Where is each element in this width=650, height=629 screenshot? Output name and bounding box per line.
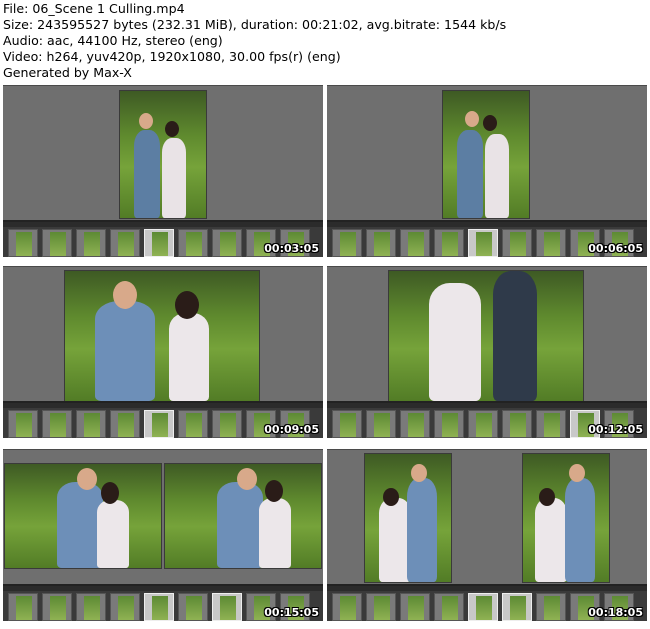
video-thumbnail-3: 00:09:05 — [3, 266, 323, 438]
video-thumbnail-6: 00:18:05 — [327, 449, 647, 621]
preview-area — [3, 86, 323, 220]
timestamp: 00:06:05 — [588, 242, 643, 255]
photo-compare-left — [365, 454, 451, 582]
photo-landscape — [65, 271, 259, 401]
media-info-header: File: 06_Scene 1 Culling.mp4 Size: 24359… — [0, 0, 650, 82]
preview-area — [327, 86, 647, 220]
timestamp: 00:15:05 — [264, 606, 319, 619]
photo-compare-right — [523, 454, 609, 582]
preview-area — [3, 267, 323, 401]
photo-portrait — [443, 91, 529, 218]
file-name-line: File: 06_Scene 1 Culling.mp4 — [3, 1, 185, 16]
audio-line: Audio: aac, 44100 Hz, stereo (eng) — [3, 33, 223, 48]
preview-area — [3, 450, 323, 584]
photo-landscape — [389, 271, 583, 401]
size-line: Size: 243595527 bytes (232.31 MiB), dura… — [3, 17, 507, 32]
timestamp: 00:12:05 — [588, 423, 643, 436]
generator-line: Generated by Max-X — [3, 65, 132, 80]
photo-compare-left — [5, 464, 161, 568]
video-thumbnail-2: 00:06:05 — [327, 85, 647, 257]
video-line: Video: h264, yuv420p, 1920x1080, 30.00 f… — [3, 49, 341, 64]
photo-compare-right — [165, 464, 321, 568]
video-thumbnail-5: 00:15:05 — [3, 449, 323, 621]
video-thumbnail-1: 00:03:05 — [3, 85, 323, 257]
timestamp: 00:18:05 — [588, 606, 643, 619]
preview-area — [327, 267, 647, 401]
timestamp: 00:03:05 — [264, 242, 319, 255]
preview-area — [327, 450, 647, 584]
timestamp: 00:09:05 — [264, 423, 319, 436]
video-thumbnail-4: 00:12:05 — [327, 266, 647, 438]
photo-portrait — [120, 91, 206, 218]
